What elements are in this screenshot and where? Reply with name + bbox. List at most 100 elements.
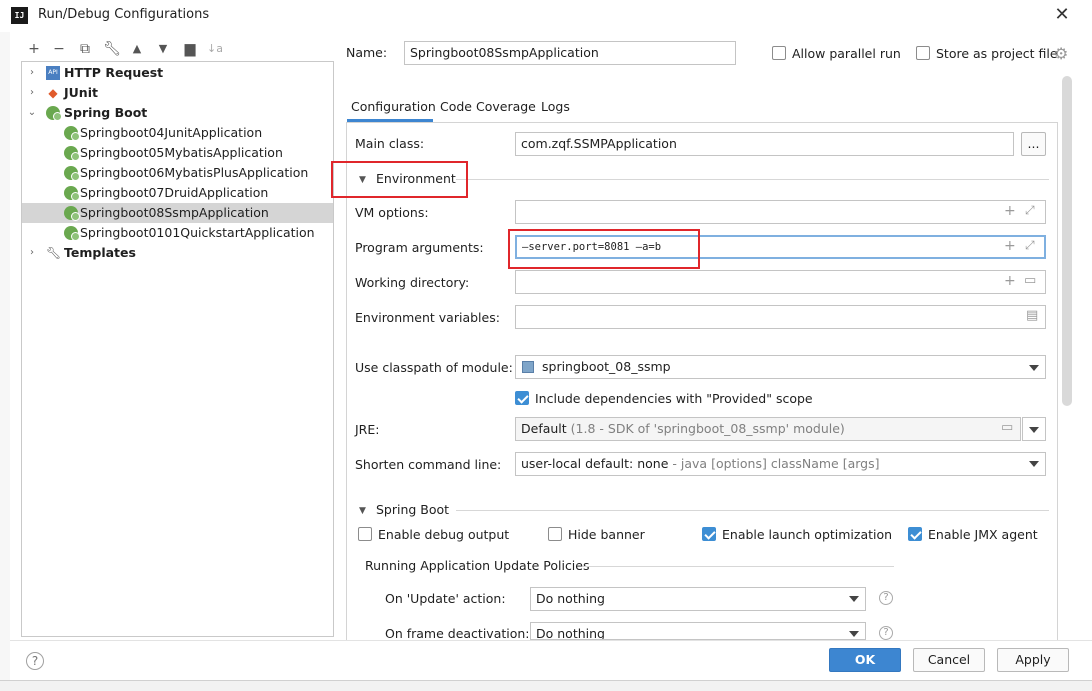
- store-project-checkbox[interactable]: [916, 46, 930, 60]
- tree-item-config[interactable]: Springboot07DruidApplication: [22, 183, 333, 203]
- environment-variables-input[interactable]: [515, 305, 1046, 329]
- main-class-label: Main class:: [355, 136, 425, 151]
- jmx-agent-checkbox[interactable]: [908, 527, 922, 541]
- divider: [456, 510, 1049, 511]
- add-icon[interactable]: +: [25, 40, 43, 58]
- spring-app-icon: [64, 166, 80, 181]
- vm-options-input[interactable]: [515, 200, 1046, 224]
- working-directory-input[interactable]: [515, 270, 1046, 294]
- on-update-select[interactable]: Do nothing: [530, 587, 866, 611]
- store-project-label: Store as project file: [936, 46, 1058, 61]
- chevron-right-icon[interactable]: ›: [27, 243, 37, 263]
- tree-item-templates[interactable]: › 🔧︎ Templates: [22, 243, 333, 263]
- shorten-value: user-local default: none: [521, 456, 669, 471]
- wrench-icon[interactable]: 🔧︎: [103, 40, 121, 58]
- add-icon[interactable]: +: [1004, 273, 1016, 289]
- cancel-button[interactable]: Cancel: [913, 648, 985, 672]
- tab-code-coverage[interactable]: Code Coverage: [440, 99, 536, 121]
- tree-item-config[interactable]: Springboot05MybatisApplication: [22, 143, 333, 163]
- copy-icon[interactable]: ⧉: [76, 40, 94, 58]
- add-icon[interactable]: +: [1004, 203, 1016, 219]
- highlight-box-program-arguments: [508, 229, 700, 269]
- tree-item-junit[interactable]: › ◆ JUnit: [22, 83, 333, 103]
- tree-item-config[interactable]: Springboot06MybatisPlusApplication: [22, 163, 333, 183]
- name-input[interactable]: Springboot08SsmpApplication: [404, 41, 736, 65]
- spring-app-icon: [64, 146, 80, 161]
- expand-icon[interactable]: ⤢: [1025, 238, 1035, 253]
- tree-item-http-request[interactable]: › API HTTP Request: [22, 63, 333, 83]
- gear-icon[interactable]: ⚙: [1054, 44, 1068, 63]
- jre-value: Default: [521, 421, 567, 436]
- browse-main-class-button[interactable]: ...: [1021, 132, 1046, 156]
- chevron-down-icon[interactable]: [849, 631, 859, 637]
- tree-item-config-selected[interactable]: Springboot08SsmpApplication: [22, 203, 333, 223]
- chevron-right-icon[interactable]: ›: [27, 83, 37, 103]
- document-icon[interactable]: ▤: [1026, 308, 1038, 323]
- spring-app-icon: [64, 226, 80, 241]
- help-icon[interactable]: ?: [879, 591, 893, 605]
- vertical-scrollbar[interactable]: [1062, 76, 1072, 406]
- remove-icon[interactable]: −: [50, 40, 68, 58]
- folder-icon[interactable]: ▭: [1001, 420, 1013, 435]
- jre-select[interactable]: Default (1.8 - SDK of 'springboot_08_ssm…: [515, 417, 1021, 441]
- tab-configuration[interactable]: Configuration: [351, 99, 436, 121]
- jre-hint: (1.8 - SDK of 'springboot_08_ssmp' modul…: [570, 421, 845, 436]
- move-up-icon[interactable]: ▲: [128, 40, 146, 58]
- on-update-label: On 'Update' action:: [385, 591, 506, 606]
- tab-logs[interactable]: Logs: [541, 99, 570, 121]
- chevron-down-icon[interactable]: [849, 596, 859, 602]
- spring-boot-header[interactable]: Spring Boot: [376, 502, 449, 517]
- shorten-hint: - java [options] className [args]: [672, 456, 880, 471]
- underlying-ide-strip: [0, 680, 1092, 691]
- tree-item-spring-boot[interactable]: ⌄ Spring Boot: [22, 103, 333, 123]
- shorten-command-select[interactable]: user-local default: none - java [options…: [515, 452, 1046, 476]
- close-icon[interactable]: ✕: [1052, 4, 1072, 26]
- chevron-down-icon[interactable]: [1029, 427, 1039, 433]
- help-button[interactable]: ?: [26, 652, 44, 670]
- spring-app-icon: [64, 206, 80, 221]
- collapse-arrow-icon[interactable]: ▼: [359, 506, 366, 516]
- tree-item-config[interactable]: Springboot0101QuickstartApplication: [22, 223, 333, 243]
- launch-optimization-checkbox[interactable]: [702, 527, 716, 541]
- allow-parallel-checkbox[interactable]: [772, 46, 786, 60]
- working-directory-label: Working directory:: [355, 275, 470, 290]
- on-frame-label: On frame deactivation:: [385, 626, 530, 641]
- chevron-down-icon[interactable]: ⌄: [27, 103, 37, 123]
- configuration-tree[interactable]: › API HTTP Request › ◆ JUnit ⌄ Spring Bo…: [21, 61, 334, 637]
- ok-button[interactable]: OK: [829, 648, 901, 672]
- api-icon: API: [46, 66, 60, 80]
- apply-button[interactable]: Apply: [997, 648, 1069, 672]
- window-title: Run/Debug Configurations: [38, 7, 210, 22]
- tree-item-label: Springboot08SsmpApplication: [80, 205, 269, 220]
- module-icon: [522, 361, 534, 373]
- name-label: Name:: [346, 45, 388, 60]
- title-bar: IJ Run/Debug Configurations ✕: [0, 0, 1092, 32]
- on-frame-select[interactable]: Do nothing: [530, 622, 866, 640]
- launch-optimization-label: Enable launch optimization: [722, 527, 893, 542]
- help-icon[interactable]: ?: [879, 626, 893, 640]
- jre-label: JRE:: [355, 422, 380, 437]
- main-class-input[interactable]: com.zqf.SSMPApplication: [515, 132, 1014, 156]
- expand-icon[interactable]: ⤢: [1025, 203, 1035, 218]
- tree-item-label: Templates: [64, 245, 136, 260]
- folder-icon[interactable]: ▭: [1024, 273, 1036, 288]
- tree-item-label: Springboot06MybatisPlusApplication: [80, 165, 309, 180]
- chevron-down-icon[interactable]: [1029, 365, 1039, 371]
- folder-add-icon[interactable]: ▆: [181, 40, 199, 58]
- program-arguments-label: Program arguments:: [355, 240, 484, 255]
- update-policies-header: Running Application Update Policies: [365, 558, 590, 573]
- hide-banner-checkbox[interactable]: [548, 527, 562, 541]
- classpath-label: Use classpath of module:: [355, 360, 513, 375]
- tree-item-label: Springboot05MybatisApplication: [80, 145, 283, 160]
- sort-icon[interactable]: ↓a: [206, 40, 224, 58]
- tree-item-label: Springboot04JunitApplication: [80, 125, 263, 140]
- move-down-icon[interactable]: ▼: [154, 40, 172, 58]
- add-icon[interactable]: +: [1004, 238, 1016, 254]
- classpath-module-select[interactable]: springboot_08_ssmp: [515, 355, 1046, 379]
- chevron-right-icon[interactable]: ›: [27, 63, 37, 83]
- enable-debug-checkbox[interactable]: [358, 527, 372, 541]
- include-dependencies-checkbox[interactable]: [515, 391, 529, 405]
- tree-item-config[interactable]: Springboot04JunitApplication: [22, 123, 333, 143]
- chevron-down-icon[interactable]: [1029, 461, 1039, 467]
- intellij-logo-icon: IJ: [11, 7, 28, 24]
